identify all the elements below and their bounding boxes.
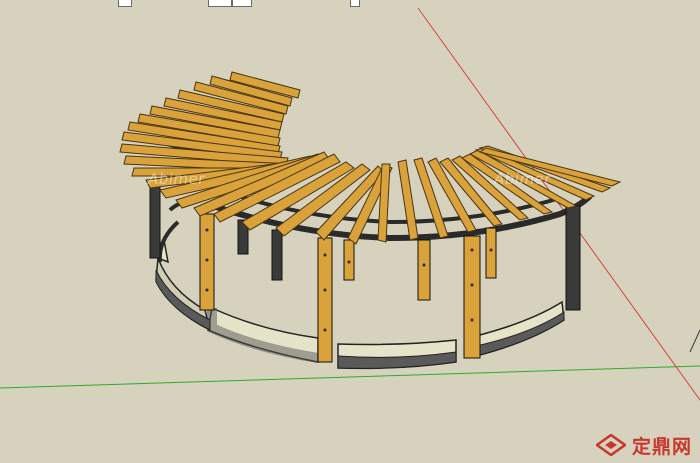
model-canvas[interactable] <box>0 0 700 463</box>
brand-logo: 定鼎网 <box>595 433 692 458</box>
watermark-right: Abimer <box>494 170 551 188</box>
green-axis-line <box>0 365 700 389</box>
bench-segments <box>155 238 565 370</box>
watermark-left: Abimer <box>148 170 205 188</box>
logo-text: 定鼎网 <box>631 435 692 458</box>
sketchup-viewport[interactable]: Abimer Abimer 定鼎网 <box>0 0 700 463</box>
diamond-logo-icon <box>595 434 626 456</box>
pergola-model[interactable] <box>119 71 622 370</box>
